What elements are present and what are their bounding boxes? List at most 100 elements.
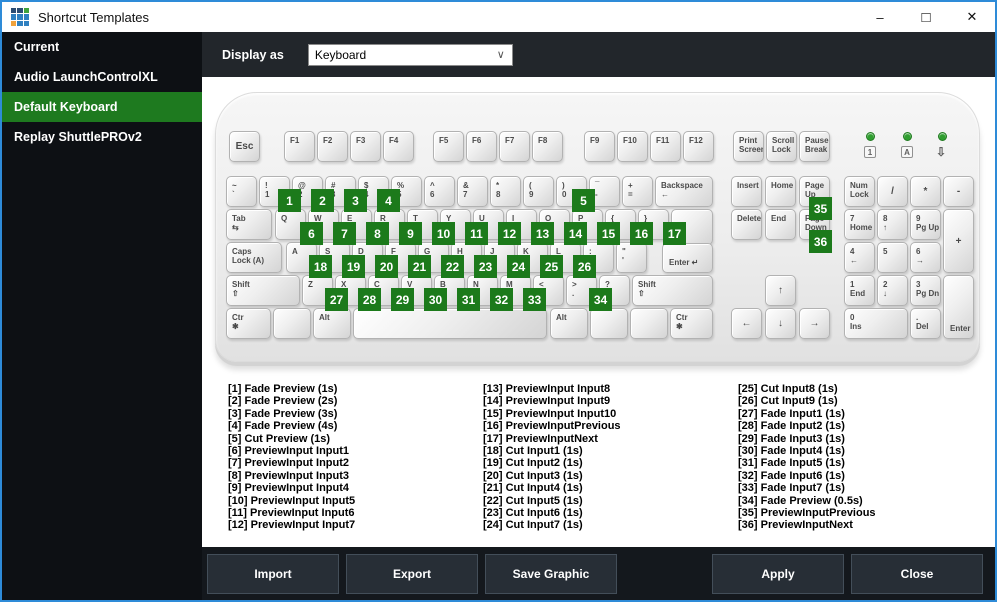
key-label: 4 — [850, 247, 855, 256]
key-1-end: 1 End — [844, 275, 875, 306]
chevron-down-icon: ∨ — [496, 48, 505, 61]
key-label: ↑ — [778, 285, 783, 296]
key-label: Del — [916, 322, 929, 331]
key-label: / — [891, 186, 894, 197]
key-blank: → — [799, 308, 830, 339]
shortcut-badge-27: 27 — [325, 288, 348, 311]
key-alt: Alt — [550, 308, 588, 339]
shortcut-list-item: [11] PreviewInput Input6 — [228, 507, 355, 520]
key-label: 9 — [916, 214, 921, 223]
key-label: * — [923, 186, 928, 197]
key-label: ↑ — [883, 223, 887, 232]
key-label: - — [956, 186, 961, 197]
key-label: Delete — [737, 214, 762, 223]
key-num-lock: Num Lock — [844, 176, 875, 207]
save-graphic-button[interactable]: Save Graphic — [485, 553, 617, 594]
key-label: & — [463, 181, 469, 190]
sidebar-item-audio-launchcontrolxl[interactable]: Audio LaunchControlXL — [2, 62, 202, 92]
shortcut-list-item: [23] Cut Input6 (1s) — [483, 507, 583, 520]
key-blank: ~ ` — [226, 176, 257, 207]
key-label: * — [496, 181, 500, 190]
key-label: ^ — [430, 181, 435, 190]
shortcut-badge-36: 36 — [809, 230, 832, 253]
titlebar: Shortcut Templates – □ ✕ — [2, 2, 995, 32]
export-button[interactable]: Export — [346, 553, 478, 594]
key-f12: F12 — [683, 131, 714, 162]
maximize-button[interactable]: □ — [903, 2, 949, 32]
key-label: ↓ — [883, 289, 887, 298]
key-f4: F4 — [383, 131, 414, 162]
shortcut-list-item: [8] PreviewInput Input3 — [228, 469, 350, 482]
sidebar-item-replay-shuttleprov2[interactable]: Replay ShuttlePROv2 — [2, 122, 202, 152]
key-label: Pause — [805, 136, 829, 145]
shortcut-list-column-2: [13] PreviewInput Input8 [14] PreviewInpu… — [483, 383, 621, 532]
display-as-dropdown[interactable]: Keyboard ∨ — [307, 43, 513, 66]
close-button[interactable]: ✕ — [949, 2, 995, 32]
shortcut-list-item: [17] PreviewInputNext — [483, 432, 598, 445]
key-label: ¯ — [595, 181, 600, 190]
apply-button[interactable]: Apply — [712, 553, 844, 594]
key-label: Esc — [235, 141, 254, 152]
key-blank: ↑ — [765, 275, 796, 306]
key-label: 9 — [529, 190, 534, 199]
minimize-button[interactable]: – — [857, 2, 903, 32]
shortcut-list-item: [12] PreviewInput Input7 — [228, 519, 356, 532]
key-label: Lock — [772, 145, 791, 154]
window-title: Shortcut Templates — [38, 9, 150, 25]
key-f3: F3 — [350, 131, 381, 162]
import-button[interactable]: Import — [207, 553, 339, 594]
key-shift: Shift ⇧ — [632, 275, 713, 306]
key-label: F10 — [623, 136, 637, 145]
key-label: Enter ↵ — [669, 258, 699, 267]
display-as-label: Display as — [222, 47, 284, 62]
shortcut-badge-28: 28 — [358, 288, 381, 311]
shortcut-badge-12: 12 — [498, 222, 521, 245]
key-label: F1 — [290, 136, 300, 145]
app-logo-tile — [23, 8, 29, 14]
key-label: ~ — [232, 181, 237, 190]
key-f1: F1 — [284, 131, 315, 162]
key-blank — [630, 308, 668, 339]
shortcut-list-item: [36] PreviewInputNext — [738, 519, 853, 532]
sidebar-item-default-keyboard[interactable]: Default Keyboard — [2, 92, 202, 122]
keyboard-led — [903, 132, 912, 141]
shortcut-templates-window: Shortcut Templates – □ ✕ Current Audio La… — [0, 0, 997, 602]
key-label: - — [595, 190, 598, 199]
app-logo-tile — [17, 8, 23, 14]
key-label: 1 — [850, 280, 855, 289]
numlock-led-icon: 1 — [864, 146, 876, 158]
key-label: F11 — [656, 136, 670, 145]
close-button[interactable]: Close — [851, 553, 983, 594]
shortcut-badge-15: 15 — [597, 222, 620, 245]
key-label: F7 — [505, 136, 515, 145]
key-blank: + = — [622, 176, 653, 207]
shortcut-list-item: [5] Cut Preview (1s) — [228, 432, 331, 445]
key-label: F4 — [389, 136, 399, 145]
shortcut-list-item: [27] Fade Input1 (1s) — [738, 407, 845, 420]
shortcut-badge-11: 11 — [465, 222, 488, 245]
shortcut-list-item: [6] PreviewInput Input1 — [228, 445, 350, 458]
key-f10: F10 — [617, 131, 648, 162]
shortcut-badge-8: 8 — [366, 222, 389, 245]
key-label: F9 — [590, 136, 600, 145]
key-8: * 8 — [490, 176, 521, 207]
shortcut-badge-30: 30 — [424, 288, 447, 311]
key-6: ^ 6 — [424, 176, 455, 207]
key-label: F3 — [356, 136, 366, 145]
shortcut-list-item: [3] Fade Preview (3s) — [228, 407, 338, 420]
key-label: Page — [805, 181, 825, 190]
key-label: F2 — [323, 136, 333, 145]
key-label: = — [628, 190, 633, 199]
key-enter: Enter ↵ — [662, 243, 713, 273]
sidebar-item-current[interactable]: Current — [2, 32, 202, 62]
key-3-pg-dn: 3 Pg Dn — [910, 275, 941, 306]
shortcut-list-item: [2] Fade Preview (2s) — [228, 395, 338, 408]
shortcut-badge-23: 23 — [474, 255, 497, 278]
shortcut-list-item: [18] Cut Input1 (1s) — [483, 445, 583, 458]
key-4: 4 ← — [844, 242, 875, 273]
key-label: . — [916, 313, 919, 322]
shortcut-badge-20: 20 — [375, 255, 398, 278]
shortcut-badge-29: 29 — [391, 288, 414, 311]
key-label: Lock (A) — [232, 256, 264, 265]
key-ctr: Ctr ✱ — [226, 308, 271, 339]
